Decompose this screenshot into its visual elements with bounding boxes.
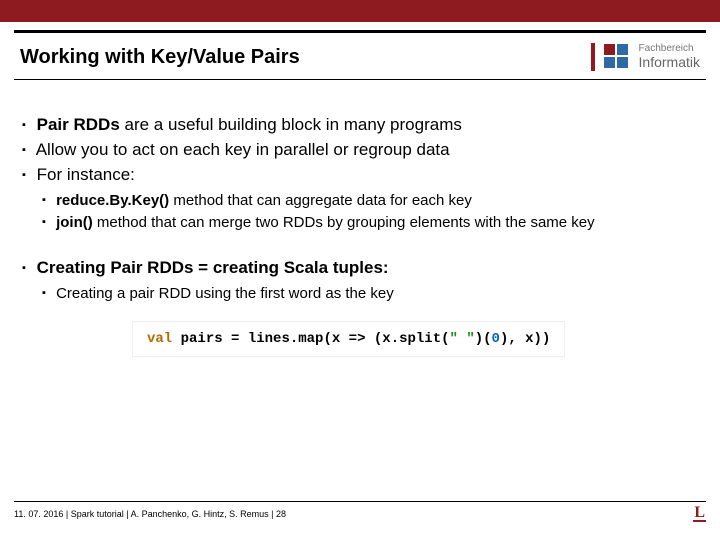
bullet-text: Allow you to act on each key in parallel… <box>36 140 450 159</box>
code-text: pairs <box>172 331 231 347</box>
sub-bullet-group: Creating a pair RDD using the first word… <box>22 284 698 304</box>
code-text: (x.split( <box>374 331 450 347</box>
sub-bullet-item: reduce.By.Key() method that can aggregat… <box>42 191 698 211</box>
logo-text: Fachbereich Informatik <box>639 44 700 69</box>
sub-bullet-bold: reduce.By.Key() <box>56 192 173 209</box>
code-text: = <box>231 331 248 347</box>
code-text: ), x)) <box>500 331 550 347</box>
code-text: lines.map(x <box>248 331 349 347</box>
sub-bullet-text: method that can merge two RDDs by groupi… <box>97 214 595 231</box>
footer-text: 11. 07. 2016 | Spark tutorial | A. Panch… <box>14 509 286 519</box>
sub-bullet-bold: join() <box>56 214 97 231</box>
top-brand-bar <box>0 0 720 22</box>
bullet-bold: Pair RDDs <box>37 115 125 134</box>
logo-squares-icon <box>603 43 631 71</box>
footer-logo-icon: L <box>693 506 706 522</box>
code-block: val pairs = lines.map(x => (x.split(" ")… <box>132 321 565 358</box>
sub-bullet-group: reduce.By.Key() method that can aggregat… <box>22 191 698 234</box>
code-string: " " <box>450 331 475 347</box>
bullet-text: are a useful building block in many prog… <box>125 115 462 134</box>
logo-accent-bar <box>591 43 595 71</box>
code-number: 0 <box>492 331 500 347</box>
bullet-item: For instance: <box>22 164 698 187</box>
bullet-item: Allow you to act on each key in parallel… <box>22 139 698 162</box>
logo-line2: Informatik <box>639 55 700 70</box>
code-text: )( <box>475 331 492 347</box>
bullet-bold: Creating Pair RDDs = creating Scala tupl… <box>37 258 389 277</box>
code-keyword: val <box>147 331 172 347</box>
sub-bullet-text: Creating a pair RDD using the first word… <box>56 285 394 302</box>
slide-content: Pair RDDs are a useful building block in… <box>0 80 720 357</box>
sub-bullet-text: method that can aggregate data for each … <box>173 192 472 209</box>
header: Working with Key/Value Pairs Fachbereich… <box>0 33 720 79</box>
bullet-item: Pair RDDs are a useful building block in… <box>22 114 698 137</box>
bullet-item: Creating Pair RDDs = creating Scala tupl… <box>22 257 698 280</box>
footer: 11. 07. 2016 | Spark tutorial | A. Panch… <box>14 501 706 522</box>
code-text: => <box>349 331 374 347</box>
sub-bullet-item: join() method that can merge two RDDs by… <box>42 213 698 233</box>
department-logo: Fachbereich Informatik <box>589 43 700 71</box>
page-title: Working with Key/Value Pairs <box>20 46 300 69</box>
bullet-text: For instance: <box>37 165 135 184</box>
sub-bullet-item: Creating a pair RDD using the first word… <box>42 284 698 304</box>
